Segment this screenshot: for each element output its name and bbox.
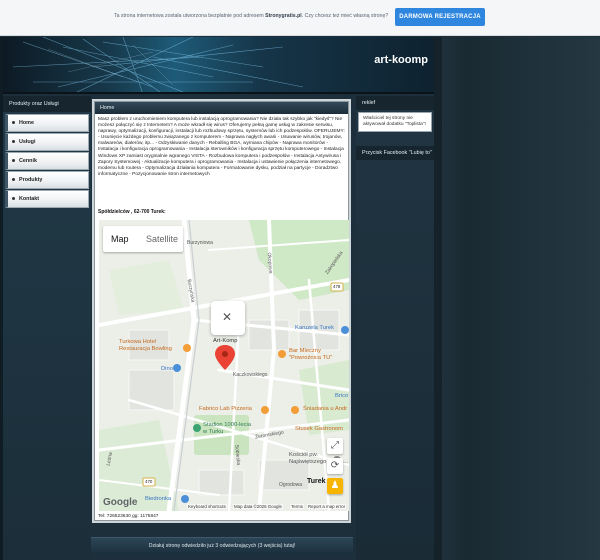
map-view-button[interactable]: Map [111,234,129,244]
poi-sniadania[interactable]: Śniadania u Andr [303,406,347,412]
poi-dino[interactable]: Dino [161,366,173,372]
content-box: Home Masz problem z uruchomieniem komput… [94,101,349,521]
header-graphic [12,37,304,92]
sidebar: Produkty oraz Usługi Home Usługi Cennik … [3,96,91,560]
right-sidebar: reklef Właściciel tej strony nie aktywow… [356,96,434,560]
poi-restaurant[interactable]: Turkowa Hotel Restauracja Bowling [119,339,172,353]
bullet-icon [12,178,15,182]
main-panel: Home Masz problem z uruchomieniem komput… [92,99,351,523]
google-logo: Google [103,497,138,508]
fullscreen-icon[interactable]: ⤢ [327,438,343,454]
promo-message: Ta strona internetowa została utworzona … [114,13,389,19]
keyboard-shortcuts-link[interactable]: Keyboard shortcuts [187,504,227,509]
sidebar-item-home[interactable]: Home [5,114,89,132]
city-label-turek: Turek [307,478,326,485]
promo-bar: Ta strona internetowa została utworzona … [0,0,600,36]
terms-link[interactable]: Terms [290,504,304,509]
site-title: art-koomp [374,54,428,66]
report-map-error-link[interactable]: Report a map error [307,504,347,509]
rotate-icon[interactable]: ⟳ [327,458,343,474]
map-canvas [99,220,349,511]
page-divider [434,37,442,560]
road-ogrodowa: Ogrodowa [279,482,303,488]
toplista-notice: Właściciel tej strony nie aktywował doda… [358,112,432,132]
pin-label: Art-Komp [213,338,238,344]
satellite-view-button[interactable]: Satellite [146,234,178,244]
close-icon[interactable]: ✕ [222,310,232,324]
right-heading: reklef [356,96,434,110]
sidebar-menu: Home Usługi Cennik Produkty Kontakt [3,114,91,208]
promo-site-link[interactable]: Stronygratis.pl [265,13,302,19]
visitor-counter-footer: Działuj stronę odwiedziło już 3 odwiedza… [91,537,353,554]
sidebar-item-cennik[interactable]: Cennik [5,152,89,170]
street-view-pegman-icon[interactable]: ♟ [327,478,343,494]
poi-fabrico[interactable]: Fabrico Lab Pizzeria [199,406,252,412]
sidebar-item-produkty[interactable]: Produkty [5,171,89,189]
address: Spółdzielców , 62-700 Turek: [98,209,166,215]
map-type-toggle: Map Satellite [103,226,183,252]
bullet-icon [12,121,15,125]
page-background-right [434,37,600,560]
sidebar-item-uslugi[interactable]: Usługi [5,133,89,151]
marker-info-window: ✕ [211,301,245,335]
poi-karuzela[interactable]: Karuzela Turek [295,325,334,331]
poi-bar[interactable]: Bar Mleczny "Powroźnica TU" [289,348,332,362]
route-478-shield: 478 [333,284,341,289]
embedded-map[interactable]: Map Satellite ✕ Art-Komp Turkowa Hotel R… [99,220,349,511]
poi-biedronka[interactable]: Biedronka [145,496,171,502]
road-burzyniowa: Burzyniowa [187,240,213,246]
poi-brico[interactable]: Brico [335,393,348,399]
map-data-attribution: Map data ©2026 Google [233,504,283,509]
bullet-icon [12,159,15,163]
bullet-icon [12,197,15,201]
route-470-shield: 470 [145,479,153,484]
road-kaczkowskiego: Kaczkowskiego [233,372,268,378]
content-title-bar: Home [95,102,348,114]
facebook-heading: Przycisk Facebook "Lubię to" [356,146,434,160]
bullet-icon [12,140,15,144]
poi-stadion[interactable]: Stadion 1000-lecia w Turku [203,422,251,436]
site-header: art-koomp [3,37,434,94]
register-button[interactable]: DARMOWA REJESTRACJA [395,8,485,26]
poi-stusek[interactable]: Stusek Gastronom [295,426,343,432]
service-description: Masz problem z uruchomieniem komputera l… [98,117,345,177]
sidebar-heading: Produkty oraz Usługi [3,96,91,112]
phone-number: Tel: 726523630 gg: 1175847 [98,514,159,519]
sidebar-item-kontakt[interactable]: Kontakt [5,190,89,208]
